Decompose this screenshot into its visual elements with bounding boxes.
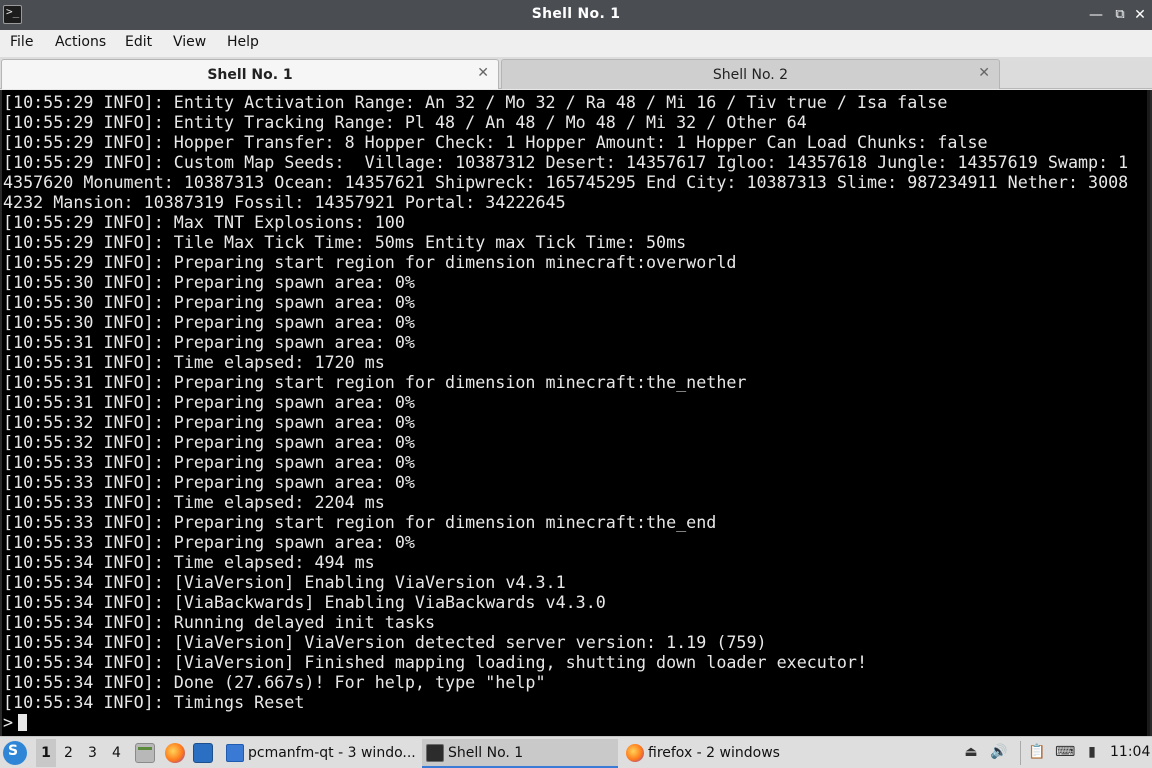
- terminal-line: [10:55:34 INFO]: [ViaVersion] Enabling V…: [3, 572, 566, 592]
- close-button[interactable]: ✕: [1130, 4, 1150, 26]
- tab-shell-1[interactable]: Shell No. 1 ✕: [1, 59, 499, 89]
- terminal-line: [10:55:30 INFO]: Preparing spawn area: 0…: [3, 292, 415, 312]
- minimize-button[interactable]: —: [1086, 4, 1106, 26]
- terminal-line: [10:55:33 INFO]: Preparing spawn area: 0…: [3, 452, 415, 472]
- terminal-line: [10:55:29 INFO]: Tile Max Tick Time: 50m…: [3, 232, 687, 252]
- terminal-line: [10:55:32 INFO]: Preparing spawn area: 0…: [3, 412, 415, 432]
- workspace-4[interactable]: 4: [112, 745, 121, 761]
- terminal-line: [10:55:33 INFO]: Time elapsed: 2204 ms: [3, 492, 385, 512]
- menu-edit[interactable]: Edit: [125, 34, 152, 50]
- restore-button[interactable]: ⧉: [1110, 4, 1130, 26]
- tab-close-icon[interactable]: ✕: [477, 65, 489, 81]
- terminal-line: [10:55:34 INFO]: Time elapsed: 494 ms: [3, 552, 375, 572]
- terminal-line: [10:55:29 INFO]: Max TNT Explosions: 100: [3, 212, 405, 232]
- terminal-scrollbar[interactable]: [1147, 90, 1150, 736]
- workspace-3[interactable]: 3: [88, 745, 97, 761]
- terminal-line: [10:55:31 INFO]: Preparing spawn area: 0…: [3, 332, 415, 352]
- window-titlebar[interactable]: >_ Shell No. 1 — ⧉ ✕: [0, 0, 1152, 30]
- menu-actions[interactable]: Actions: [55, 34, 106, 50]
- task-label: firefox - 2 windows: [648, 745, 780, 761]
- terminal-line: [10:55:34 INFO]: [ViaVersion] Finished m…: [3, 652, 868, 672]
- terminal-line: [10:55:31 INFO]: Preparing start region …: [3, 372, 747, 392]
- text-cursor: [18, 714, 28, 731]
- terminal-line: [10:55:30 INFO]: Preparing spawn area: 0…: [3, 272, 415, 292]
- window-title: Shell No. 1: [531, 6, 621, 22]
- terminal-line: [10:55:34 INFO]: [ViaVersion] ViaVersion…: [3, 632, 767, 652]
- workspace-1[interactable]: 1: [36, 739, 56, 767]
- shell-prompt: >: [3, 712, 14, 732]
- taskbar-task-firefox[interactable]: firefox - 2 windows: [622, 739, 818, 768]
- terminal-line: [10:55:29 INFO]: Entity Activation Range…: [3, 92, 948, 112]
- folder-icon: [226, 744, 244, 762]
- firefox-icon[interactable]: [165, 743, 185, 763]
- terminal-line: [10:55:34 INFO]: Running delayed init ta…: [3, 612, 436, 632]
- tab-label: Shell No. 2: [712, 67, 789, 83]
- terminal-line: [10:55:29 INFO]: Custom Map Seeds: Villa…: [3, 152, 1129, 172]
- clipboard-icon[interactable]: 📋: [1028, 744, 1046, 762]
- terminal-line: [10:55:31 INFO]: Time elapsed: 1720 ms: [3, 352, 385, 372]
- terminal-icon: [426, 744, 444, 762]
- terminal-line: [10:55:32 INFO]: Preparing spawn area: 0…: [3, 432, 415, 452]
- tab-close-icon[interactable]: ✕: [978, 65, 990, 81]
- terminal-line: [10:55:29 INFO]: Preparing start region …: [3, 252, 737, 272]
- menu-bar: File Actions Edit View Help: [0, 30, 1152, 57]
- keyboard-icon[interactable]: ⌨: [1055, 744, 1075, 762]
- terminal-line: [10:55:31 INFO]: Preparing spawn area: 0…: [3, 392, 415, 412]
- menu-view[interactable]: View: [173, 34, 206, 50]
- tab-shell-2[interactable]: Shell No. 2 ✕: [501, 59, 1000, 89]
- start-menu-icon: S: [8, 743, 19, 759]
- terminal-line: [10:55:30 INFO]: Preparing spawn area: 0…: [3, 312, 415, 332]
- terminal-output: [10:55:29 INFO]: Entity Activation Range…: [3, 92, 1143, 732]
- task-label: pcmanfm-qt - 3 windo...: [248, 745, 416, 761]
- terminal-line: [10:55:34 INFO]: Done (27.667s)! For hel…: [3, 672, 546, 692]
- show-desktop-icon[interactable]: [193, 743, 213, 763]
- terminal-area[interactable]: [10:55:29 INFO]: Entity Activation Range…: [0, 90, 1152, 736]
- tab-bar: Shell No. 1 ✕ Shell No. 2 ✕: [0, 57, 1152, 89]
- network-icon[interactable]: ▮: [1083, 744, 1101, 762]
- workspace-2[interactable]: 2: [64, 745, 73, 761]
- terminal-line: [10:55:29 INFO]: Hopper Transfer: 8 Hopp…: [3, 132, 988, 152]
- terminal-line: [10:55:33 INFO]: Preparing start region …: [3, 512, 717, 532]
- firefox-icon: [626, 744, 644, 762]
- terminal-line: [10:55:33 INFO]: Preparing spawn area: 0…: [3, 472, 415, 492]
- menu-help[interactable]: Help: [227, 34, 259, 50]
- taskbar-task-pcmanfm[interactable]: pcmanfm-qt - 3 windo...: [222, 739, 418, 768]
- task-label: Shell No. 1: [448, 745, 524, 761]
- terminal-line: [10:55:34 INFO]: Timings Reset: [3, 692, 305, 712]
- tab-label: Shell No. 1: [207, 67, 293, 83]
- terminal-line: 4357620 Monument: 10387313 Ocean: 143576…: [3, 172, 1129, 192]
- taskbar: S 1 2 3 4 pcmanfm-qt - 3 windo... Shell …: [0, 736, 1152, 768]
- prompt-line[interactable]: >: [3, 712, 1143, 732]
- clock[interactable]: 11:04: [1110, 744, 1150, 760]
- file-manager-icon[interactable]: [135, 743, 155, 763]
- volume-icon[interactable]: 🔊: [990, 744, 1008, 762]
- terminal-line: [10:55:29 INFO]: Entity Tracking Range: …: [3, 112, 807, 132]
- menu-file[interactable]: File: [10, 34, 33, 50]
- tray-divider: [1020, 741, 1021, 765]
- taskbar-task-shell[interactable]: Shell No. 1: [422, 739, 618, 768]
- eject-icon[interactable]: ⏏: [962, 744, 980, 762]
- start-menu-button[interactable]: S: [3, 741, 27, 765]
- terminal-line: [10:55:34 INFO]: [ViaBackwards] Enabling…: [3, 592, 606, 612]
- terminal-line: 4232 Mansion: 10387319 Fossil: 14357921 …: [3, 192, 566, 212]
- terminal-line: [10:55:33 INFO]: Preparing spawn area: 0…: [3, 532, 415, 552]
